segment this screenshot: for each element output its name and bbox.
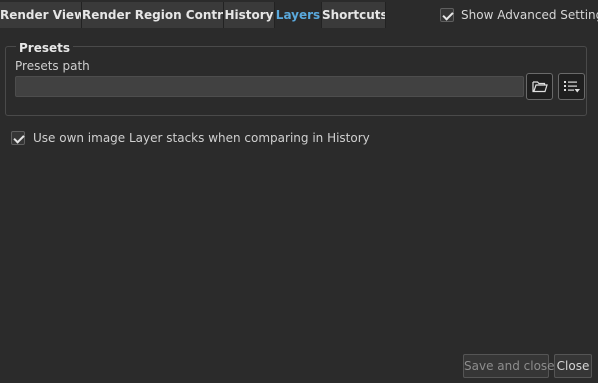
tab-layers[interactable]: Layers bbox=[275, 2, 322, 28]
presets-group-title: Presets bbox=[16, 41, 74, 55]
tab-shortcuts[interactable]: Shortcuts bbox=[322, 2, 386, 28]
show-advanced-label: Show Advanced Settings bbox=[461, 8, 598, 22]
own-layer-stacks-checkbox[interactable] bbox=[11, 131, 25, 145]
own-layer-stacks-label: Use own image Layer stacks when comparin… bbox=[33, 131, 370, 145]
close-button[interactable]: Close bbox=[554, 354, 592, 378]
presets-group: Presets Presets path bbox=[5, 41, 587, 116]
tab-history[interactable]: History bbox=[224, 2, 275, 28]
tab-bar: Render View Render Region Controls Histo… bbox=[0, 0, 598, 29]
browse-folder-button[interactable] bbox=[526, 73, 553, 100]
save-and-close-button[interactable]: Save and close bbox=[463, 354, 555, 378]
presets-path-label: Presets path bbox=[15, 59, 90, 73]
show-advanced-settings[interactable]: Show Advanced Settings bbox=[440, 6, 598, 24]
list-dropdown-icon bbox=[563, 81, 580, 93]
show-advanced-checkbox[interactable] bbox=[440, 8, 454, 22]
presets-menu-button[interactable] bbox=[558, 73, 585, 100]
folder-open-icon bbox=[531, 81, 548, 93]
tab-render-view[interactable]: Render View bbox=[0, 2, 82, 28]
presets-path-input[interactable] bbox=[15, 76, 524, 97]
own-layer-stacks-option[interactable]: Use own image Layer stacks when comparin… bbox=[11, 130, 370, 146]
tab-render-region-controls[interactable]: Render Region Controls bbox=[82, 2, 224, 28]
